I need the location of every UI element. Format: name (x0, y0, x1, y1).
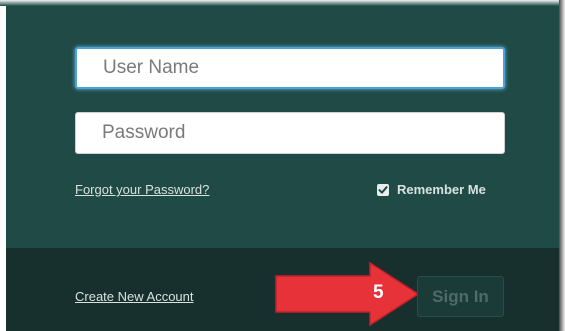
window-right-edge (559, 0, 565, 331)
create-account-link[interactable]: Create New Account (75, 289, 194, 304)
step-number-label: 5 (373, 282, 384, 303)
remember-me-checkbox[interactable]: Remember Me (377, 182, 486, 197)
forgot-password-link[interactable]: Forgot your Password? (75, 182, 209, 197)
remember-me-label: Remember Me (397, 182, 486, 197)
sign-in-button[interactable]: Sign In (417, 276, 504, 317)
password-input[interactable] (75, 112, 505, 154)
login-dialog: Forgot your Password? Remember Me Create… (0, 0, 565, 331)
checkmark-icon (378, 185, 388, 194)
username-input[interactable] (75, 47, 505, 89)
step-arrow-icon (275, 261, 420, 327)
checkbox-checked-icon[interactable] (377, 183, 389, 196)
